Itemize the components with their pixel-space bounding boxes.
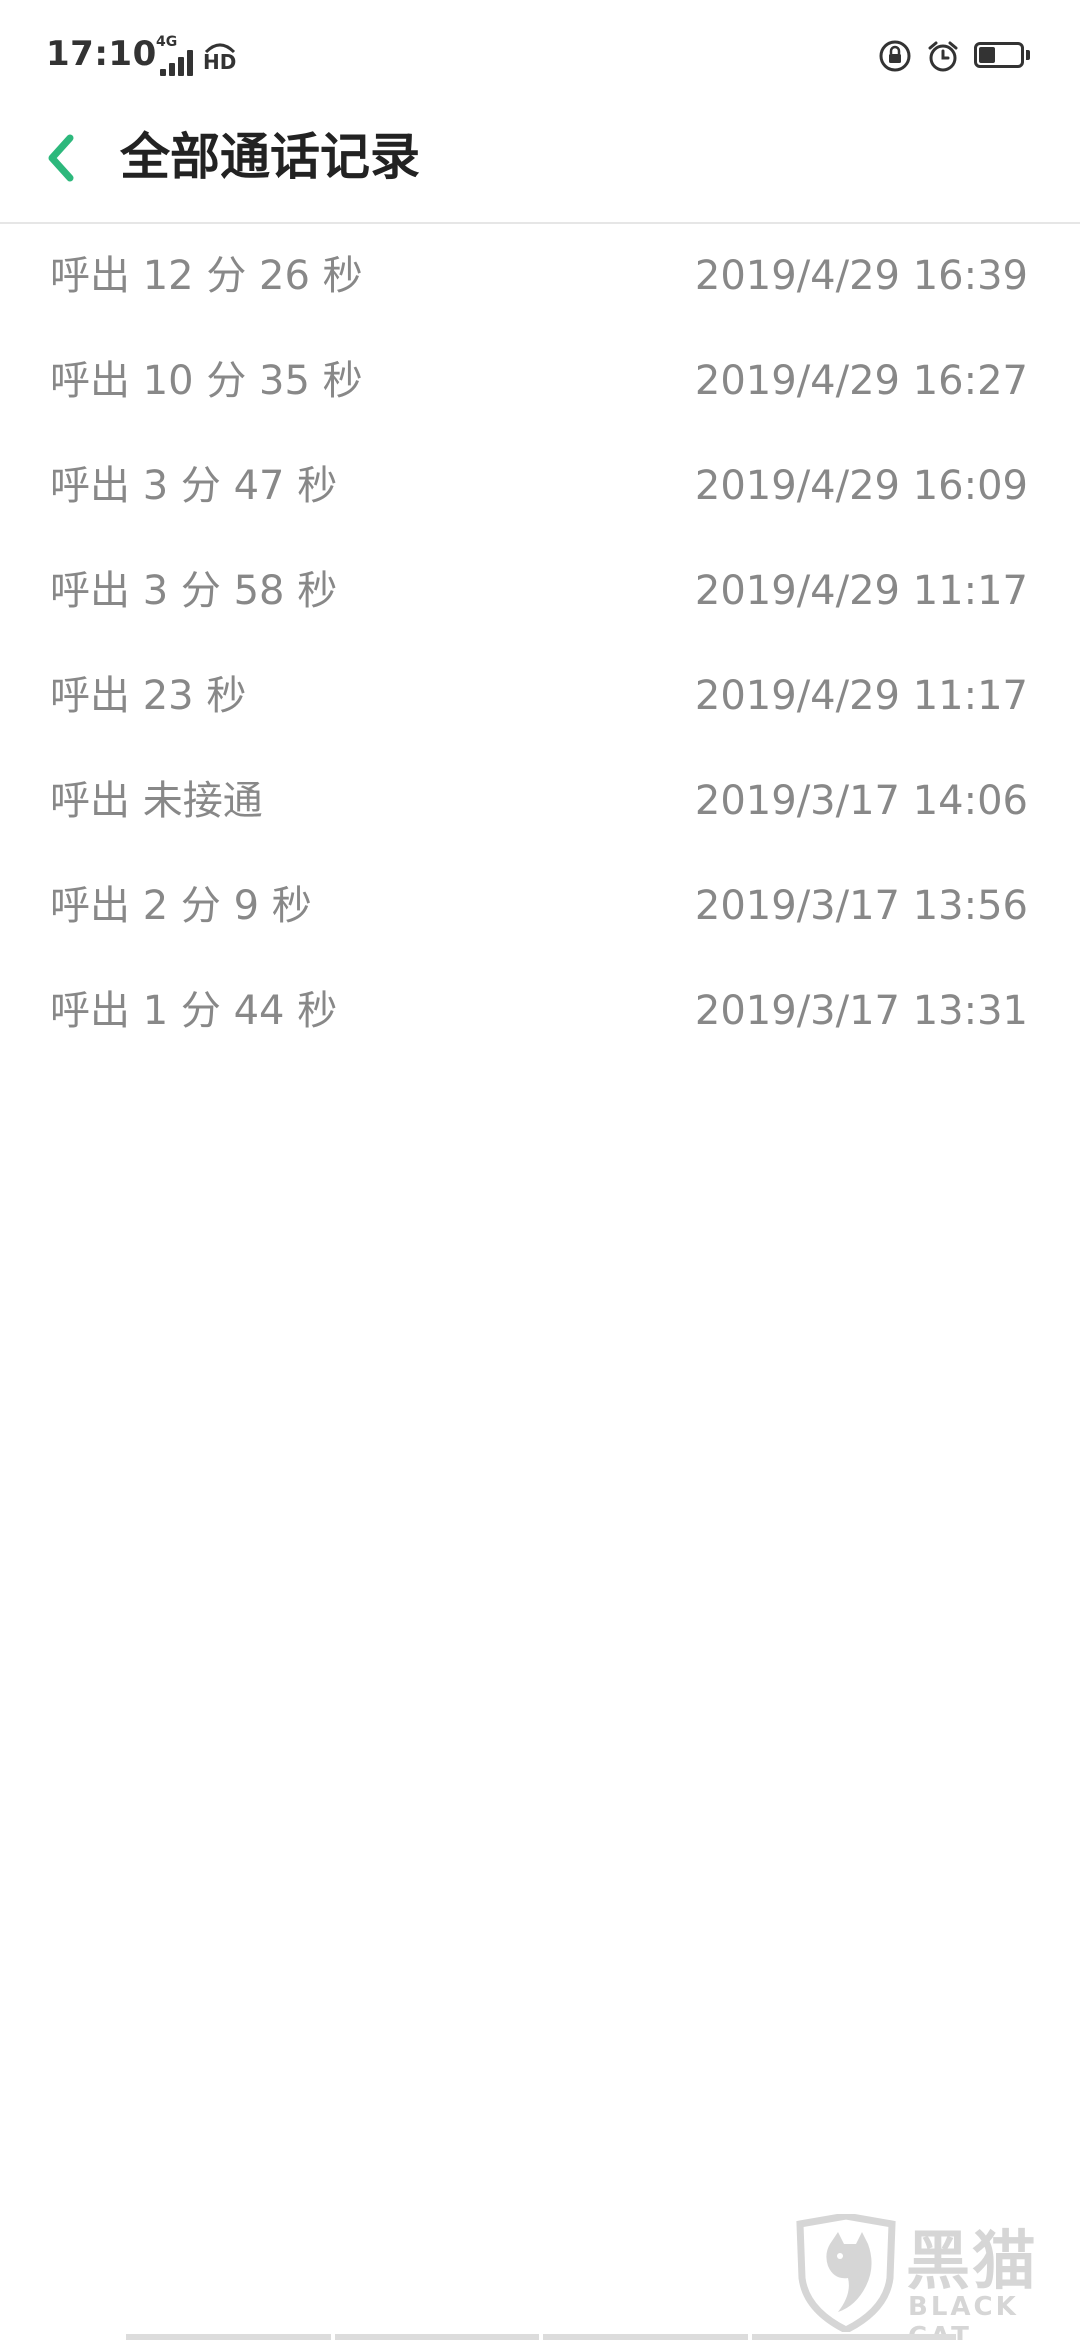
battery-icon: [974, 42, 1032, 70]
call-datetime: 2019/3/17 13:31: [694, 988, 1028, 1034]
call-datetime: 2019/4/29 16:09: [694, 463, 1028, 509]
signal-bars-icon: [160, 50, 196, 76]
hd-voice-icon: HD: [202, 38, 238, 74]
call-log-list: 呼出 12 分 26 秒 2019/4/29 16:39 呼出 10 分 35 …: [0, 224, 1080, 1064]
call-datetime: 2019/4/29 11:17: [694, 673, 1028, 719]
back-button[interactable]: [38, 126, 86, 190]
bottom-bar: [126, 2334, 956, 2340]
network-type-label: 4G: [156, 34, 178, 50]
call-datetime: 2019/4/29 16:27: [694, 358, 1028, 404]
watermark: 黑猫 BLACK CAT: [794, 2214, 1074, 2340]
call-description: 呼出 未接通: [50, 778, 263, 824]
rotation-lock-icon: [879, 40, 911, 72]
status-time: 17:10: [46, 34, 157, 74]
call-log-item[interactable]: 呼出 12 分 26 秒 2019/4/29 16:39: [0, 224, 1080, 329]
hd-label: HD: [203, 50, 237, 74]
call-description: 呼出 10 分 35 秒: [50, 358, 363, 404]
screen: 17:10 4G HD 全部通话记录 呼出 12 分 26 秒 2019/4/2…: [0, 0, 1080, 2340]
call-log-item[interactable]: 呼出 10 分 35 秒 2019/4/29 16:27: [0, 329, 1080, 434]
chevron-left-icon: [48, 134, 74, 182]
call-datetime: 2019/4/29 11:17: [694, 568, 1028, 614]
call-description: 呼出 23 秒: [50, 673, 247, 719]
call-log-item[interactable]: 呼出 23 秒 2019/4/29 11:17: [0, 644, 1080, 749]
call-description: 呼出 2 分 9 秒: [50, 883, 312, 929]
watermark-cn: 黑猫: [906, 2225, 1038, 2299]
status-bar: 17:10 4G HD: [0, 0, 1080, 110]
call-log-item[interactable]: 呼出 1 分 44 秒 2019/3/17 13:31: [0, 959, 1080, 1064]
watermark-en: BLACK CAT: [908, 2292, 1019, 2340]
call-description: 呼出 12 分 26 秒: [50, 253, 363, 299]
call-log-item[interactable]: 呼出 未接通 2019/3/17 14:06: [0, 749, 1080, 854]
call-log-item[interactable]: 呼出 3 分 47 秒 2019/4/29 16:09: [0, 434, 1080, 539]
call-datetime: 2019/4/29 16:39: [694, 253, 1028, 299]
call-description: 呼出 1 分 44 秒: [50, 988, 338, 1034]
cat-shield-logo-icon: [796, 2214, 896, 2332]
call-description: 呼出 3 分 58 秒: [50, 568, 338, 614]
call-log-item[interactable]: 呼出 3 分 58 秒 2019/4/29 11:17: [0, 539, 1080, 644]
call-log-item[interactable]: 呼出 2 分 9 秒 2019/3/17 13:56: [0, 854, 1080, 959]
call-description: 呼出 3 分 47 秒: [50, 463, 338, 509]
call-datetime: 2019/3/17 14:06: [694, 778, 1028, 824]
page-title: 全部通话记录: [120, 128, 420, 186]
signal-icon: 4G HD: [142, 30, 242, 76]
alarm-icon: [928, 41, 958, 72]
call-datetime: 2019/3/17 13:56: [694, 883, 1028, 929]
header: 全部通话记录: [0, 110, 1080, 224]
status-icons: [878, 36, 1032, 76]
